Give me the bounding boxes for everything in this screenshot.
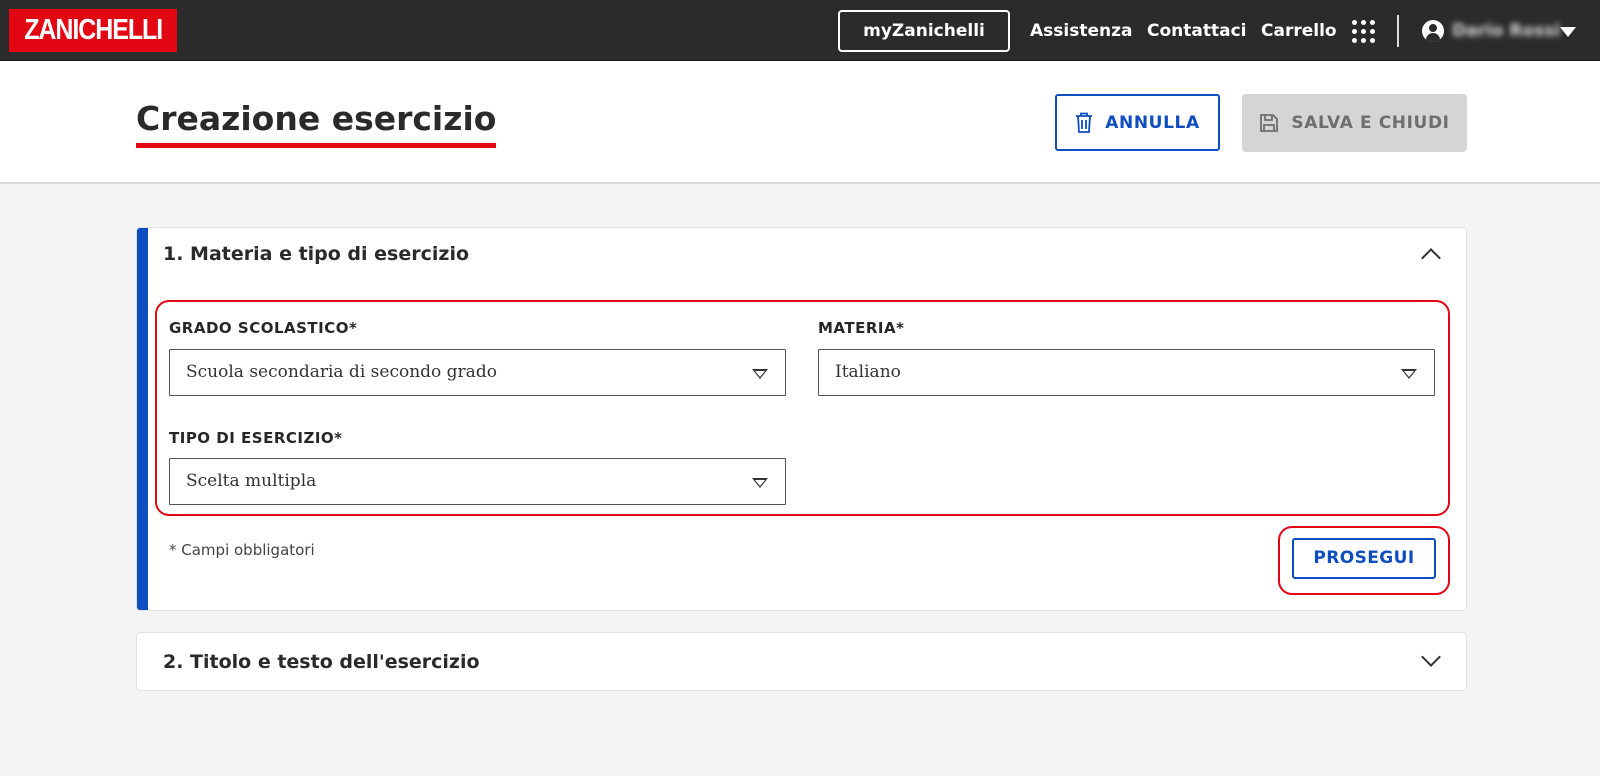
dropdown-arrow-icon bbox=[752, 369, 768, 379]
nav-divider bbox=[1397, 15, 1399, 47]
page-header: Creazione esercizio ANNULLA SALVA E CHIU… bbox=[0, 61, 1600, 184]
dropdown-arrow-icon bbox=[1401, 369, 1417, 379]
apps-grid-icon[interactable] bbox=[1352, 20, 1376, 44]
save-button-label: SALVA E CHIUDI bbox=[1291, 113, 1450, 133]
tipo-label: TIPO DI ESERCIZIO* bbox=[169, 429, 343, 447]
grado-value: Scuola secondaria di secondo grado bbox=[186, 362, 497, 382]
zanichelli-logo[interactable]: ZANICHELLI bbox=[9, 9, 177, 52]
user-menu-caret-icon[interactable] bbox=[1560, 27, 1576, 37]
cancel-button-label: ANNULLA bbox=[1105, 112, 1200, 133]
section-titolo-testo[interactable]: 2. Titolo e testo dell'esercizio bbox=[136, 632, 1467, 691]
required-fields-note: * Campi obbligatori bbox=[169, 541, 315, 559]
nav-link-carrello[interactable]: Carrello bbox=[1261, 19, 1337, 43]
materia-value: Italiano bbox=[835, 362, 901, 382]
myzanichelli-button[interactable]: myZanichelli bbox=[838, 10, 1010, 52]
active-section-accent bbox=[137, 228, 148, 610]
dropdown-arrow-icon bbox=[752, 478, 768, 488]
chevron-down-icon[interactable] bbox=[1421, 647, 1441, 667]
grado-select[interactable]: Scuola secondaria di secondo grado bbox=[169, 349, 786, 396]
floppy-disk-icon bbox=[1260, 114, 1279, 132]
user-avatar-icon[interactable] bbox=[1422, 20, 1444, 42]
materia-select[interactable]: Italiano bbox=[818, 349, 1435, 396]
grado-label: GRADO SCOLASTICO* bbox=[169, 319, 358, 337]
page-title: Creazione esercizio bbox=[136, 97, 497, 148]
top-navigation-bar: ZANICHELLI myZanichelli Assistenza Conta… bbox=[0, 0, 1600, 61]
chevron-up-icon[interactable] bbox=[1421, 248, 1441, 268]
user-name[interactable]: Dario Rossi bbox=[1452, 19, 1560, 43]
nav-link-assistenza[interactable]: Assistenza bbox=[1030, 19, 1132, 43]
cancel-button[interactable]: ANNULLA bbox=[1055, 94, 1220, 151]
tipo-select[interactable]: Scelta multipla bbox=[169, 458, 786, 505]
prosegui-button[interactable]: PROSEGUI bbox=[1292, 538, 1436, 579]
nav-link-contattaci[interactable]: Contattaci bbox=[1147, 19, 1247, 43]
section-materia-tipo: 1. Materia e tipo di esercizio GRADO SCO… bbox=[136, 227, 1467, 611]
save-and-close-button[interactable]: SALVA E CHIUDI bbox=[1242, 94, 1467, 152]
tipo-value: Scelta multipla bbox=[186, 471, 317, 491]
trash-icon bbox=[1076, 112, 1093, 133]
materia-label: MATERIA* bbox=[818, 319, 905, 337]
section-2-title[interactable]: 2. Titolo e testo dell'esercizio bbox=[163, 649, 480, 675]
section-1-title[interactable]: 1. Materia e tipo di esercizio bbox=[163, 241, 469, 267]
